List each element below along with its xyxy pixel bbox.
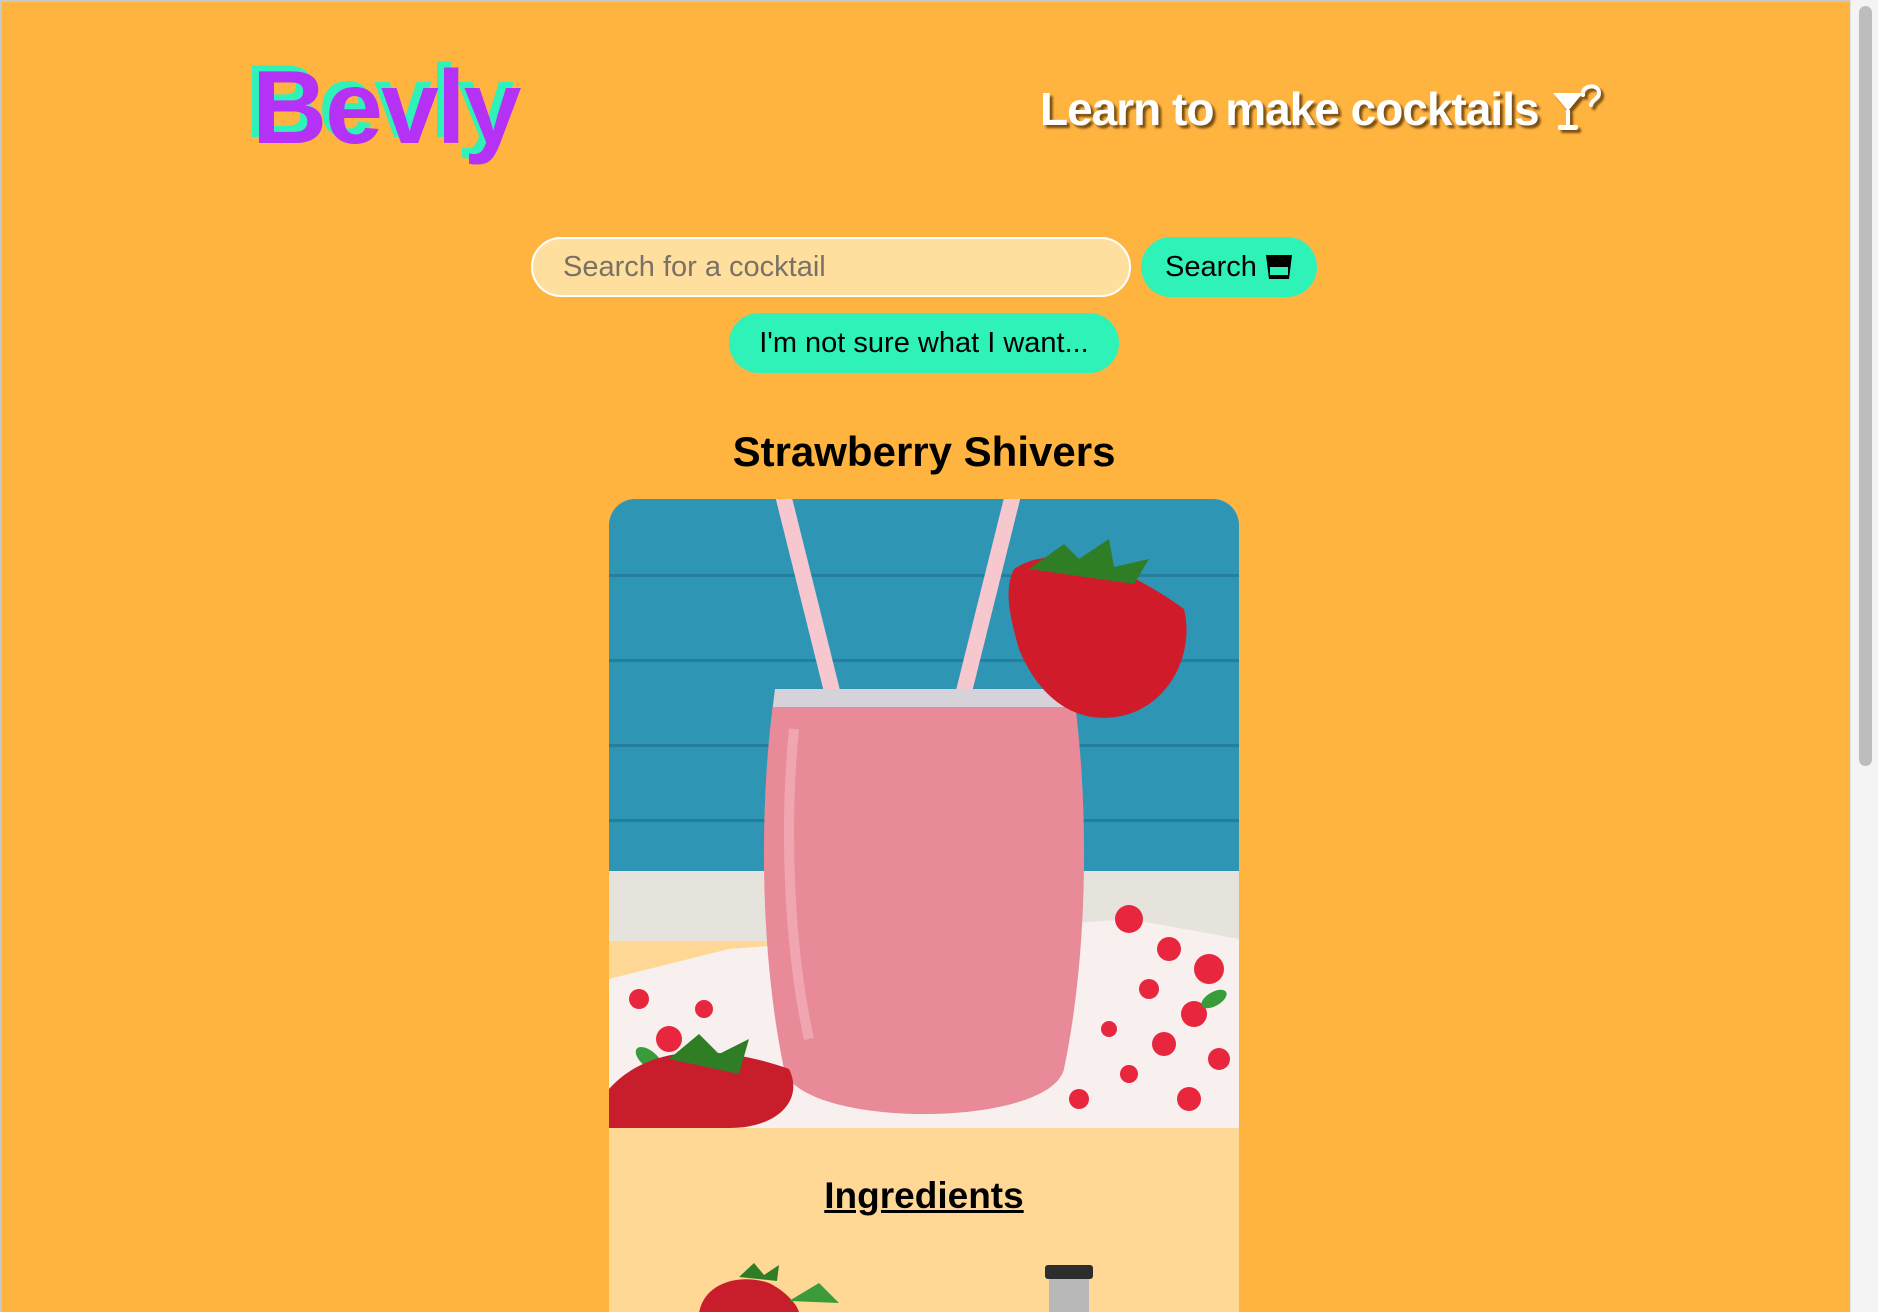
learn-cocktails-link[interactable]: Learn to make cocktails — [1040, 82, 1607, 136]
window-frame-top — [0, 0, 1878, 2]
window-frame-left — [0, 0, 2, 1312]
cocktail-question-icon — [1552, 84, 1601, 130]
random-cocktail-button[interactable]: I'm not sure what I want... — [729, 313, 1119, 373]
drink-photo — [609, 499, 1239, 1128]
learn-cocktails-label: Learn to make cocktails — [1040, 83, 1540, 135]
logo[interactable]: Bevly — [252, 56, 522, 160]
ingredients-heading: Ingredients — [824, 1175, 1024, 1216]
scrollbar-thumb[interactable] — [1859, 6, 1872, 766]
strawberry-icon — [699, 1263, 839, 1312]
drink-card: Ingredients — [609, 499, 1239, 1312]
search-button[interactable]: Search — [1141, 237, 1317, 297]
drink-title: Strawberry Shivers — [732, 428, 1116, 475]
jar-icon — [1045, 1265, 1093, 1312]
page-scrollbar[interactable] — [1850, 0, 1878, 1312]
search-input[interactable] — [531, 237, 1131, 297]
search-button-label: Search — [1165, 250, 1257, 283]
glass-icon — [1265, 255, 1292, 279]
